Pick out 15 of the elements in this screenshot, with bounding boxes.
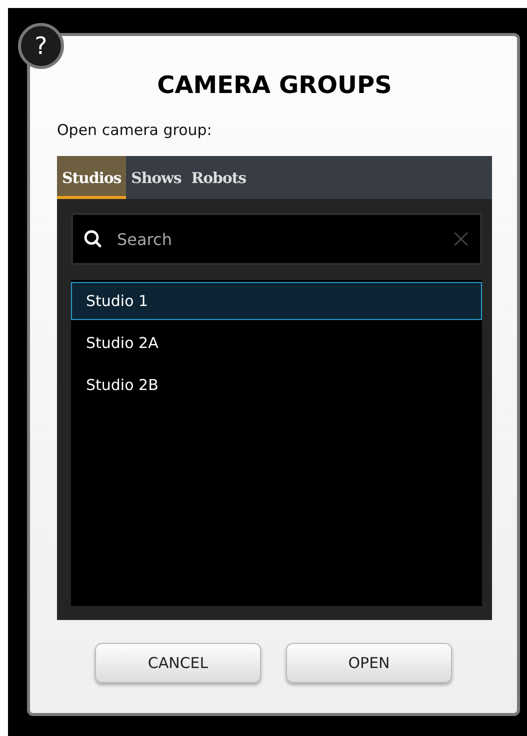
clear-icon[interactable] [452,230,470,248]
list-item[interactable]: Studio 2B [71,366,482,404]
search-field[interactable]: Search [115,228,452,250]
prompt-label: Open camera group: [57,120,213,140]
help-button[interactable]: ? [18,23,64,69]
list-item[interactable]: Studio 1 [71,282,482,320]
tab[interactable]: Robots [186,156,251,199]
dialog-title: CAMERA GROUPS [156,70,393,100]
search-icon [83,229,103,249]
open-button[interactable]: OPEN [286,643,452,683]
search-box[interactable]: Search [71,213,482,265]
list-item[interactable]: Studio 2A [71,324,482,362]
tab[interactable]: Studios [57,156,126,199]
tab[interactable]: Shows [126,156,186,199]
cancel-button[interactable]: CANCEL [95,643,261,683]
